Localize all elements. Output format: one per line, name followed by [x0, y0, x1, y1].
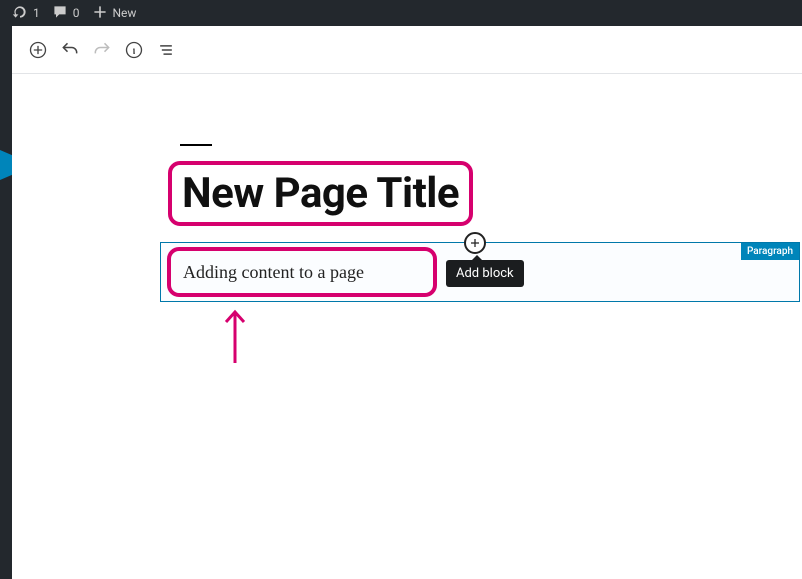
add-block-inline-button[interactable]	[464, 232, 486, 254]
plus-icon	[92, 4, 108, 23]
info-button[interactable]	[120, 36, 148, 64]
paragraph-text-input[interactable]: Adding content to a page	[183, 262, 364, 283]
page-title-input[interactable]: New Page Title	[182, 169, 459, 218]
new-item[interactable]: New	[86, 0, 143, 26]
updates-item[interactable]: 1	[6, 0, 46, 26]
outline-button[interactable]	[152, 36, 180, 64]
title-highlight-annotation: New Page Title	[168, 161, 473, 226]
block-type-badge: Paragraph	[741, 243, 799, 260]
editor-canvas: New Page Title Paragraph Adding content …	[12, 74, 802, 579]
comments-item[interactable]: 0	[46, 0, 86, 26]
redo-button[interactable]	[88, 36, 116, 64]
undo-button[interactable]	[56, 36, 84, 64]
paragraph-highlight-annotation: Adding content to a page	[167, 247, 437, 297]
new-label: New	[113, 6, 137, 20]
annotation-arrow-icon	[220, 308, 250, 363]
comments-count: 0	[73, 6, 80, 20]
updates-icon	[12, 4, 28, 23]
add-block-tooltip: Add block	[446, 260, 524, 287]
title-accent-line	[180, 144, 212, 146]
updates-count: 1	[33, 6, 40, 20]
editor-toolbar	[12, 26, 802, 74]
add-block-toolbar-button[interactable]	[24, 36, 52, 64]
admin-bar: 1 0 New	[0, 0, 802, 26]
admin-sidebar-strip	[0, 26, 12, 579]
comment-icon	[52, 4, 68, 23]
